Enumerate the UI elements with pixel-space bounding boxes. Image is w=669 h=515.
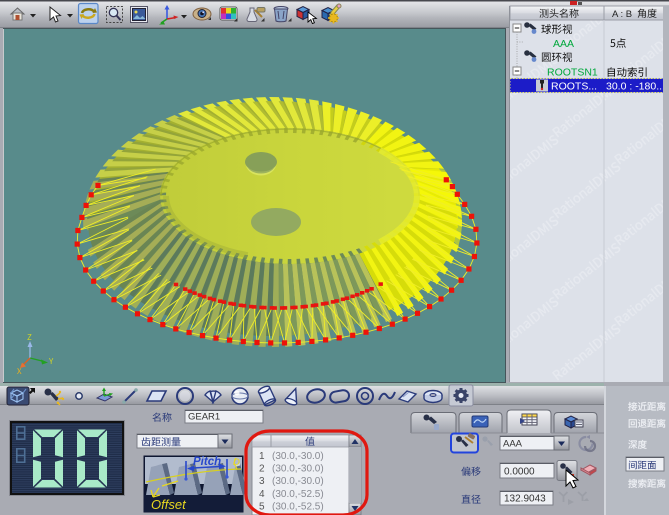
svg-text:Offset: Offset (151, 497, 187, 512)
svg-text:GEAR1: GEAR1 (188, 412, 220, 423)
svg-text:30.0 : -180...: 30.0 : -180... (606, 81, 665, 93)
svg-text:(30.0,-30.0): (30.0,-30.0) (272, 476, 324, 487)
svg-text:(30.0,-52.5): (30.0,-52.5) (272, 489, 324, 500)
svg-text:Pitch: Pitch (193, 456, 221, 468)
svg-text:4: 4 (259, 489, 265, 500)
svg-text:(30.0,-52.5): (30.0,-52.5) (272, 501, 324, 512)
svg-text:3: 3 (259, 476, 265, 487)
svg-text:1: 1 (259, 451, 265, 462)
svg-text:2: 2 (259, 464, 265, 475)
svg-text:A : B: A : B (612, 9, 632, 20)
svg-text:(30.0,-30.0): (30.0,-30.0) (272, 464, 324, 475)
svg-text:5: 5 (259, 501, 265, 512)
svg-text:D: D (233, 457, 240, 468)
svg-text:(30.0,-30.0): (30.0,-30.0) (272, 451, 324, 462)
svg-text:AAA: AAA (503, 439, 523, 450)
svg-text:0.0000: 0.0000 (504, 467, 535, 478)
svg-text:ROOTS...: ROOTS... (551, 81, 597, 93)
svg-text:AAA: AAA (553, 38, 574, 50)
svg-text:132.9043: 132.9043 (504, 494, 546, 505)
svg-text:ROOTSN1: ROOTSN1 (547, 67, 598, 79)
